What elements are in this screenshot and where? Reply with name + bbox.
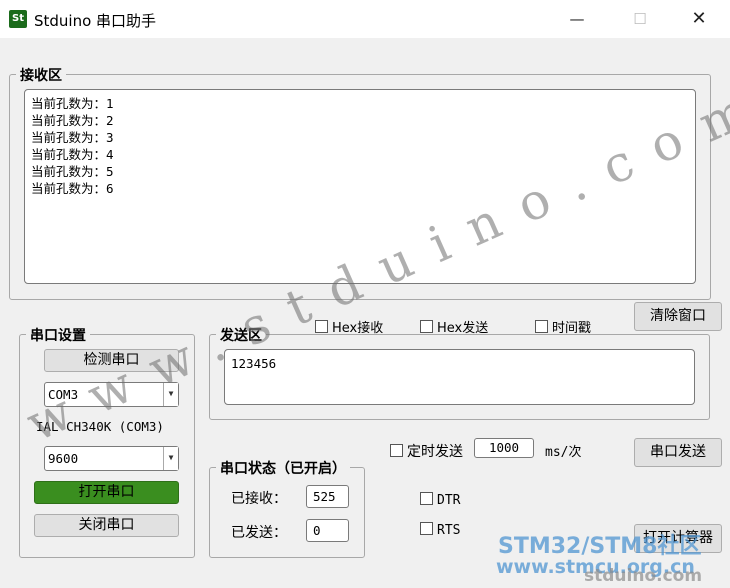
window-title: Stduino 串口助手: [34, 12, 157, 30]
send-text: 123456: [231, 356, 277, 371]
baud-rate-select[interactable]: 9600 ▼: [44, 446, 179, 471]
open-port-button[interactable]: 打开串口: [34, 481, 179, 504]
checkbox-box: [420, 320, 433, 333]
checkbox-box: [420, 522, 433, 535]
serial-send-button[interactable]: 串口发送: [634, 438, 722, 467]
clear-window-button[interactable]: 清除窗口: [634, 302, 722, 331]
dtr-checkbox[interactable]: DTR: [420, 492, 460, 508]
checkbox-box: [535, 320, 548, 333]
dtr-label: DTR: [437, 493, 461, 508]
serial-settings-title: 串口设置: [26, 325, 90, 345]
maximize-button[interactable]: ☐: [617, 0, 663, 38]
timed-send-interval-input[interactable]: 1000: [474, 438, 534, 458]
receive-group-title: 接收区: [16, 65, 66, 85]
timed-send-checkbox[interactable]: 定时发送: [390, 441, 463, 461]
timed-send-label: 定时发送: [407, 444, 463, 460]
close-button[interactable]: ✕: [676, 0, 722, 38]
app-logo-icon: St: [9, 10, 27, 28]
receive-line: 当前孔数为：1: [31, 96, 114, 111]
received-label: 已接收：: [231, 491, 287, 507]
received-count: 525: [306, 485, 349, 508]
site-watermark-line3: stduino.com: [584, 566, 703, 586]
send-textarea[interactable]: 123456: [224, 349, 695, 405]
timed-send-unit: ms/次: [545, 445, 582, 460]
chevron-down-icon: ▼: [163, 447, 178, 470]
rts-checkbox[interactable]: RTS: [420, 522, 460, 538]
receive-line: 当前孔数为：2: [31, 113, 114, 128]
checkbox-box: [420, 492, 433, 505]
baud-rate-value: 9600: [48, 451, 79, 466]
close-port-button[interactable]: 关闭串口: [34, 514, 179, 537]
rts-label: RTS: [437, 523, 461, 538]
minimize-button[interactable]: —: [554, 0, 600, 38]
sent-label: 已发送：: [231, 525, 287, 541]
checkbox-box: [390, 444, 403, 457]
receive-line: 当前孔数为：3: [31, 130, 114, 145]
sent-count: 0: [306, 519, 349, 542]
status-group: [209, 467, 365, 558]
status-group-title: 串口状态（已开启）: [216, 458, 350, 478]
